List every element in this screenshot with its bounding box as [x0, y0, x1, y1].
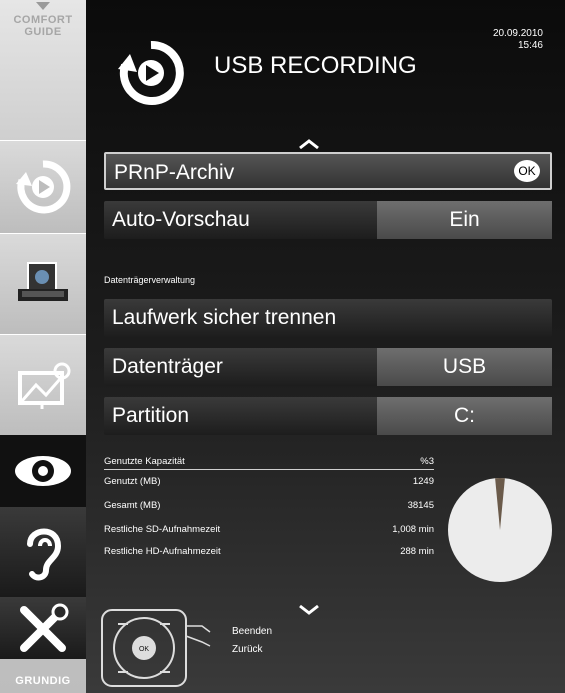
hint-back: Zurück: [232, 644, 263, 655]
time-text: 15:46: [517, 40, 543, 51]
sidebar: COMFORT GUIDE GRUNDIG: [0, 0, 86, 693]
tools-icon: [20, 603, 69, 652]
partition-value[interactable]: C:: [377, 397, 552, 435]
sidebar-item-settings[interactable]: [0, 597, 86, 659]
section-label-drive-management: Datenträgerverwaltung: [104, 275, 196, 285]
menu-item-label: PRnP-Archiv: [114, 161, 235, 184]
sidebar-item-picture[interactable]: [0, 435, 86, 507]
remote-control-icon: OK: [101, 609, 211, 687]
usb-recording-screen: COMFORT GUIDE GRUNDIG 20.09.2010 15:46 U…: [0, 0, 565, 693]
ear-icon: [27, 528, 62, 581]
stat-value: %3: [420, 456, 434, 467]
stat-value: 1,008 min: [392, 524, 434, 535]
sidebar-item-usb-recording[interactable]: [0, 140, 86, 233]
scroll-up-icon[interactable]: [298, 138, 320, 150]
grundig-logo: GRUNDIG: [15, 675, 71, 687]
menu-item-label: Partition: [112, 404, 190, 427]
comfort-guide[interactable]: COMFORT GUIDE: [0, 0, 86, 140]
usb-recording-title-icon: [118, 40, 184, 105]
stat-used-mb: Genutzt (MB) 1249: [104, 476, 434, 490]
sidebar-item-source[interactable]: [0, 334, 86, 435]
sidebar-item-sound[interactable]: [0, 507, 86, 597]
menu-item-label: Laufwerk sicher trennen: [112, 306, 337, 329]
stat-value: 288 min: [400, 546, 434, 557]
menu-item-auto-preview[interactable]: Auto-Vorschau Ein: [104, 201, 552, 239]
ok-button-icon[interactable]: OK: [514, 160, 540, 182]
stat-hd-time: Restliche HD-Aufnahmezeit 288 min: [104, 546, 434, 560]
eye-icon: [15, 456, 71, 486]
stat-label: Gesamt (MB): [104, 500, 161, 511]
arrow-down-icon: [36, 2, 50, 10]
capacity-pie: [448, 478, 552, 582]
storage-device-value[interactable]: USB: [377, 348, 552, 386]
monitor-connect-icon: [18, 362, 71, 409]
remote-ok-text: OK: [139, 646, 149, 653]
menu-item-partition[interactable]: Partition C:: [104, 397, 552, 435]
usb-recording-icon: [16, 160, 71, 214]
stat-label: Restliche SD-Aufnahmezeit: [104, 524, 221, 535]
menu-item-prnp-archive[interactable]: PRnP-Archiv OK: [104, 152, 552, 190]
stat-label: Genutzt (MB): [104, 476, 161, 487]
comfort-guide-label: COMFORT GUIDE: [13, 14, 73, 38]
photo-frame-icon: [18, 262, 68, 301]
hint-exit: Beenden: [232, 626, 273, 637]
auto-preview-value[interactable]: Ein: [377, 201, 552, 239]
page-title: USB RECORDING: [214, 52, 417, 79]
date-time: 20.09.2010 15:46: [493, 28, 543, 52]
sidebar-item-photo[interactable]: [0, 233, 86, 334]
date-text: 20.09.2010: [492, 28, 543, 39]
menu-item-storage-device[interactable]: Datenträger USB: [104, 348, 552, 386]
menu-item-label: Datenträger: [112, 355, 223, 378]
stat-total-mb: Gesamt (MB) 38145: [104, 500, 434, 514]
stat-used-capacity: Genutzte Kapazität %3: [104, 456, 434, 470]
main-panel: 20.09.2010 15:46 USB RECORDING PRnP-Arch…: [86, 0, 565, 693]
menu-item-safely-remove[interactable]: Laufwerk sicher trennen: [104, 299, 552, 337]
stat-sd-time: Restliche SD-Aufnahmezeit 1,008 min: [104, 524, 434, 538]
scroll-down-icon[interactable]: [298, 604, 320, 616]
stat-value: 38145: [407, 500, 434, 511]
stat-label: Genutzte Kapazität: [104, 456, 185, 467]
stat-value: 1249: [412, 476, 434, 487]
menu-item-label: Auto-Vorschau: [112, 208, 250, 231]
stat-label: Restliche HD-Aufnahmezeit: [104, 546, 221, 557]
